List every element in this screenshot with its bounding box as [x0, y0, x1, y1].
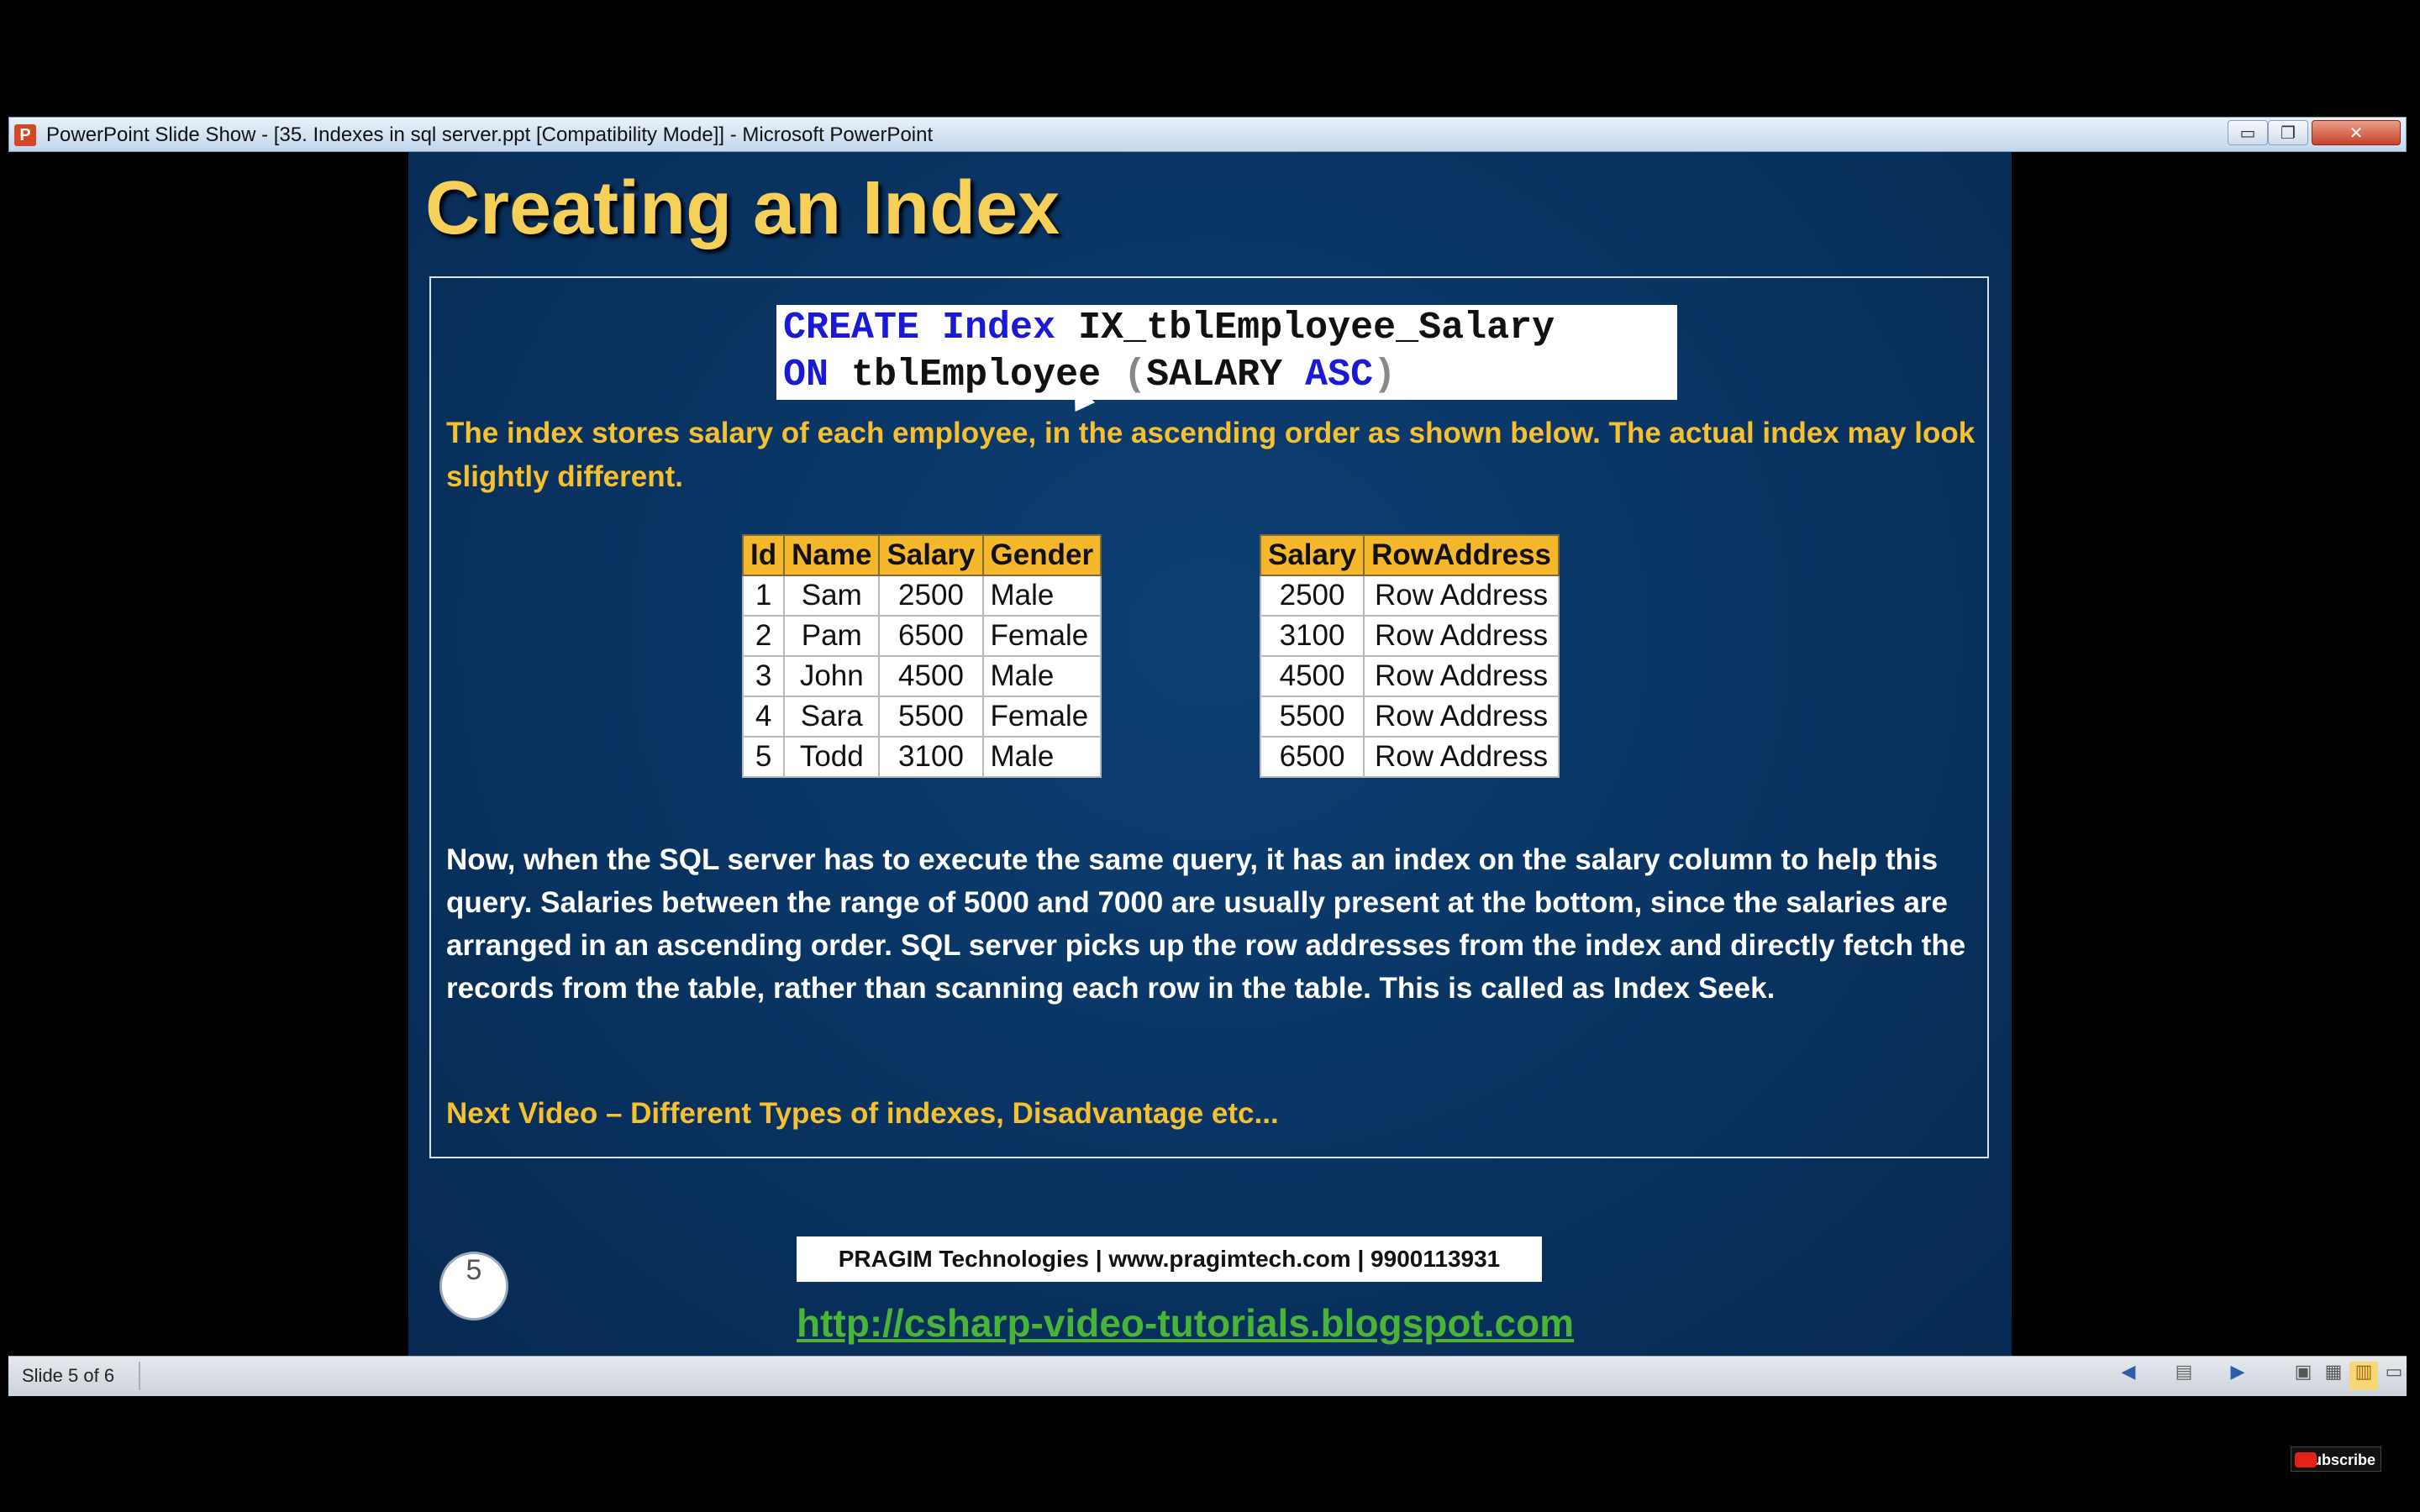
table-header-row: Id Name Salary Gender — [741, 534, 1102, 576]
table-cell: 3 — [741, 655, 786, 697]
slide-number-badge: 5 — [439, 1252, 508, 1320]
normal-view-icon[interactable]: ▣ — [2289, 1362, 2317, 1390]
table-cell: Male — [981, 655, 1102, 697]
slide-status: Slide 5 of 6 — [22, 1365, 115, 1386]
table-row: 3100 Row Address — [1259, 615, 1560, 657]
window-title: PowerPoint Slide Show - [35. Indexes in … — [46, 123, 934, 146]
table-row: 4 Sara 5500 Female — [741, 696, 1102, 738]
powerpoint-app-icon[interactable]: P — [14, 124, 36, 146]
table-cell: Todd — [783, 736, 881, 778]
column-header: RowAddress — [1363, 534, 1560, 576]
code-identifier: tblEmployee — [851, 354, 1102, 396]
slide-title: Creating an Index — [425, 166, 1060, 250]
status-bar: Slide 5 of 6 ◀ ▤ ▶ ▣ ▦ ▥ ▭ — [8, 1356, 2407, 1396]
code-column: SALARY — [1146, 354, 1283, 396]
table-cell: Sara — [783, 696, 881, 738]
next-icon[interactable]: ▶ — [2223, 1362, 2252, 1390]
table-row: 3 John 4500 Male — [741, 655, 1102, 697]
youtube-icon — [2295, 1452, 2317, 1467]
code-line-1: CREATE Index IX_tblEmployee_Salary — [783, 307, 1555, 349]
close-button[interactable]: ✕ — [2312, 120, 2401, 145]
code-keyword: ASC — [1305, 354, 1374, 396]
table-cell: 1 — [741, 575, 786, 617]
table-cell: 4 — [741, 696, 786, 738]
maximize-button[interactable]: ❐ — [2268, 120, 2308, 145]
table-cell: 5500 — [1259, 696, 1365, 738]
table-cell: 6500 — [1259, 736, 1365, 778]
table-cell: Female — [981, 615, 1102, 657]
table-header-row: Salary RowAddress — [1259, 534, 1560, 576]
table-row: 5500 Row Address — [1259, 696, 1560, 738]
minimize-button[interactable]: ▭ — [2228, 120, 2268, 145]
code-paren: ( — [1123, 354, 1147, 396]
table-cell: Male — [981, 736, 1102, 778]
table-row: 2 Pam 6500 Female — [741, 615, 1102, 657]
table-cell: Row Address — [1363, 736, 1560, 778]
table-cell: Female — [981, 696, 1102, 738]
table-row: 4500 Row Address — [1259, 655, 1560, 697]
table-cell: Row Address — [1363, 655, 1560, 697]
intro-text: The index stores salary of each employee… — [446, 417, 1975, 493]
slide-show-icon[interactable]: ▭ — [2380, 1362, 2408, 1390]
next-video-text: Next Video – Different Types of indexes,… — [446, 1097, 1279, 1130]
table-cell: John — [783, 655, 881, 697]
subscribe-button[interactable]: Subscribe — [2291, 1446, 2381, 1472]
slide-menu-icon[interactable]: ▤ — [2170, 1362, 2198, 1390]
sql-code-box: CREATE Index IX_tblEmployee_Salary ON tb… — [776, 305, 1677, 400]
column-header: Name — [783, 534, 881, 576]
table-cell: 2500 — [878, 575, 984, 617]
table-cell: Row Address — [1363, 696, 1560, 738]
code-paren: ) — [1373, 354, 1397, 396]
table-cell: 5500 — [878, 696, 984, 738]
code-keyword: Index — [942, 307, 1056, 349]
table-cell: 3100 — [1259, 615, 1365, 657]
table-cell: 4500 — [1259, 655, 1365, 697]
column-header: Id — [741, 534, 786, 576]
table-cell: 4500 — [878, 655, 984, 697]
blog-link[interactable]: http://csharp-video-tutorials.blogspot.c… — [797, 1300, 1574, 1346]
status-divider — [139, 1362, 140, 1390]
table-row: 6500 Row Address — [1259, 736, 1560, 778]
table-cell: Male — [981, 575, 1102, 617]
index-table: Salary RowAddress 2500 Row Address 3100 … — [1259, 534, 1560, 778]
code-identifier: IX_tblEmployee_Salary — [1078, 307, 1555, 349]
reading-view-icon[interactable]: ▥ — [2349, 1362, 2378, 1390]
table-cell: 3100 — [878, 736, 984, 778]
table-cell: Row Address — [1363, 615, 1560, 657]
table-cell: 2 — [741, 615, 786, 657]
table-cell: Pam — [783, 615, 881, 657]
company-banner: PRAGIM Technologies | www.pragimtech.com… — [797, 1236, 1542, 1282]
table-cell: Sam — [783, 575, 881, 617]
employee-table: Id Name Salary Gender 1 Sam 2500 Male 2 … — [741, 534, 1102, 778]
previous-icon[interactable]: ◀ — [2114, 1362, 2143, 1390]
window-title-bar[interactable]: P PowerPoint Slide Show - [35. Indexes i… — [8, 117, 2407, 152]
code-keyword: ON — [783, 354, 829, 396]
content-frame — [429, 276, 1989, 1158]
table-row: 2500 Row Address — [1259, 575, 1560, 617]
table-row: 5 Todd 3100 Male — [741, 736, 1102, 778]
slide-sorter-icon[interactable]: ▦ — [2319, 1362, 2348, 1390]
table-cell: Row Address — [1363, 575, 1560, 617]
table-row: 1 Sam 2500 Male — [741, 575, 1102, 617]
column-header: Salary — [878, 534, 984, 576]
code-keyword: CREATE — [783, 307, 920, 349]
column-header: Salary — [1259, 534, 1365, 576]
table-cell: 5 — [741, 736, 786, 778]
table-cell: 2500 — [1259, 575, 1365, 617]
table-cell: 6500 — [878, 615, 984, 657]
explanation-text: Now, when the SQL server has to execute … — [446, 843, 1966, 1005]
column-header: Gender — [981, 534, 1102, 576]
